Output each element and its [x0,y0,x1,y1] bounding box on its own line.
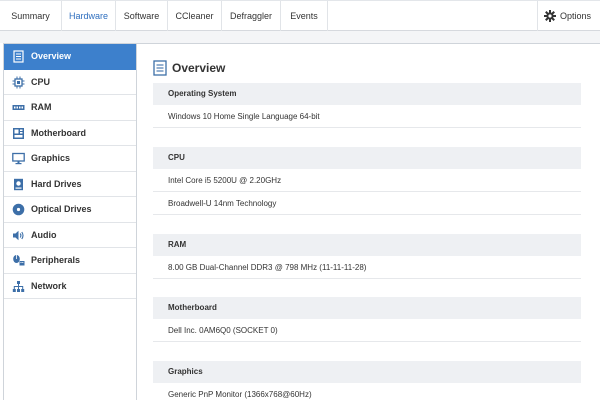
sidebar-item-label: Motherboard [31,127,86,138]
options-button[interactable]: Options [537,1,600,31]
sidebar-item-label: CPU [31,76,51,87]
sidebar-item-label: RAM [31,102,52,112]
tab-defraggler[interactable]: Defraggler [222,1,281,31]
section-header-graphics: Graphics [153,361,581,383]
document-icon [12,50,25,63]
section-header-ram: RAM [153,234,581,256]
document-icon [153,60,167,76]
sidebar-item-audio[interactable]: Audio [4,223,136,248]
info-row: 8.00 GB Dual-Channel DDR3 @ 798 MHz (11-… [153,256,581,279]
main-panel: Overview Operating System Windows 10 Hom… [137,43,600,400]
page-title: Overview [172,61,226,75]
info-row: Broadwell-U 14nm Technology [153,192,581,215]
disc-icon [12,203,25,216]
sidebar-item-label: Optical Drives [31,204,92,214]
sidebar: Overview CPU RAM Motherboard Graphics Ha… [3,43,137,400]
sidebar-item-label: Network [31,280,67,291]
peripherals-icon [12,254,25,267]
gear-icon [544,10,556,22]
tab-software[interactable]: Software [116,1,168,31]
speaker-icon [12,229,25,242]
sidebar-item-label: Peripherals [31,255,81,265]
section-header-operating-system: Operating System [153,83,581,105]
monitor-icon [12,152,25,165]
top-tab-bar: Summary Hardware Software CCleaner Defra… [0,0,600,31]
info-row: Generic PnP Monitor (1366x768@60Hz) [153,383,581,400]
sidebar-item-graphics[interactable]: Graphics [4,146,136,172]
ram-icon [12,101,25,114]
tab-summary[interactable]: Summary [0,1,62,31]
sidebar-item-motherboard[interactable]: Motherboard [4,121,136,146]
section-header-cpu: CPU [153,147,581,169]
tab-hardware[interactable]: Hardware [62,1,116,31]
sidebar-item-overview[interactable]: Overview [4,44,136,70]
cpu-icon [12,76,25,89]
toolbar-strip [0,31,600,43]
tab-events[interactable]: Events [281,1,328,31]
hard-drive-icon [12,178,25,191]
tab-ccleaner[interactable]: CCleaner [168,1,222,31]
network-icon [12,280,25,293]
sidebar-item-label: Hard Drives [31,178,82,189]
sidebar-item-ram[interactable]: RAM [4,95,136,121]
info-row: Dell Inc. 0AM6Q0 (SOCKET 0) [153,319,581,342]
sidebar-item-label: Graphics [31,153,71,163]
section-header-motherboard: Motherboard [153,297,581,319]
sidebar-item-cpu[interactable]: CPU [4,70,136,95]
options-label: Options [560,11,592,21]
sidebar-item-label: Overview [31,51,72,61]
sidebar-item-network[interactable]: Network [4,274,136,299]
sidebar-item-hard-drives[interactable]: Hard Drives [4,172,136,197]
sidebar-item-label: Audio [31,229,57,240]
info-row: Windows 10 Home Single Language 64-bit [153,105,581,128]
sidebar-item-optical-drives[interactable]: Optical Drives [4,197,136,223]
sidebar-item-peripherals[interactable]: Peripherals [4,248,136,274]
info-row: Intel Core i5 5200U @ 2.20GHz [153,169,581,192]
motherboard-icon [12,127,25,140]
